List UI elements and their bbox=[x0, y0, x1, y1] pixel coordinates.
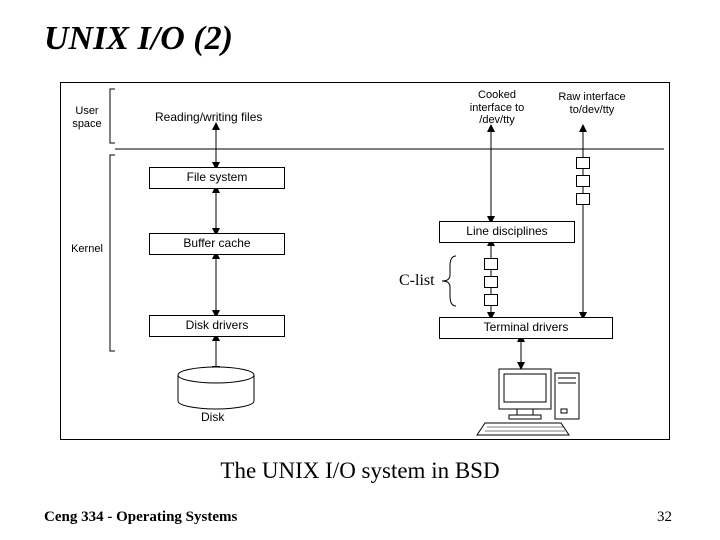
clist-node bbox=[484, 258, 498, 270]
label-disk: Disk bbox=[201, 411, 224, 425]
box-terminal-drivers: Terminal drivers bbox=[439, 317, 613, 339]
label-reading-writing: Reading/writing files bbox=[155, 111, 262, 125]
raw-node bbox=[576, 157, 590, 169]
slide-title: UNIX I/O (2) bbox=[44, 20, 233, 58]
label-raw-interface: Raw interfaceto/dev/tty bbox=[547, 91, 637, 116]
clist-node bbox=[484, 294, 498, 306]
footer-course: Ceng 334 - Operating Systems bbox=[44, 509, 237, 526]
box-line-disciplines: Line disciplines bbox=[439, 221, 575, 243]
label-user-space: Userspace bbox=[65, 105, 109, 130]
box-disk-drivers: Disk drivers bbox=[149, 315, 285, 337]
label-cooked-interface: Cookedinterface to/dev/tty bbox=[457, 89, 537, 127]
box-file-system: File system bbox=[149, 167, 285, 189]
raw-node bbox=[576, 193, 590, 205]
unix-io-diagram: Userspace Kernel Reading/writing files C… bbox=[60, 82, 670, 440]
page-number: 32 bbox=[657, 509, 672, 526]
raw-node bbox=[576, 175, 590, 187]
diagram-lines bbox=[61, 83, 671, 441]
clist-node bbox=[484, 276, 498, 288]
label-kernel: Kernel bbox=[65, 243, 109, 256]
box-buffer-cache: Buffer cache bbox=[149, 233, 285, 255]
slide-caption: The UNIX I/O system in BSD bbox=[0, 458, 720, 484]
label-clist: C-list bbox=[399, 272, 435, 290]
